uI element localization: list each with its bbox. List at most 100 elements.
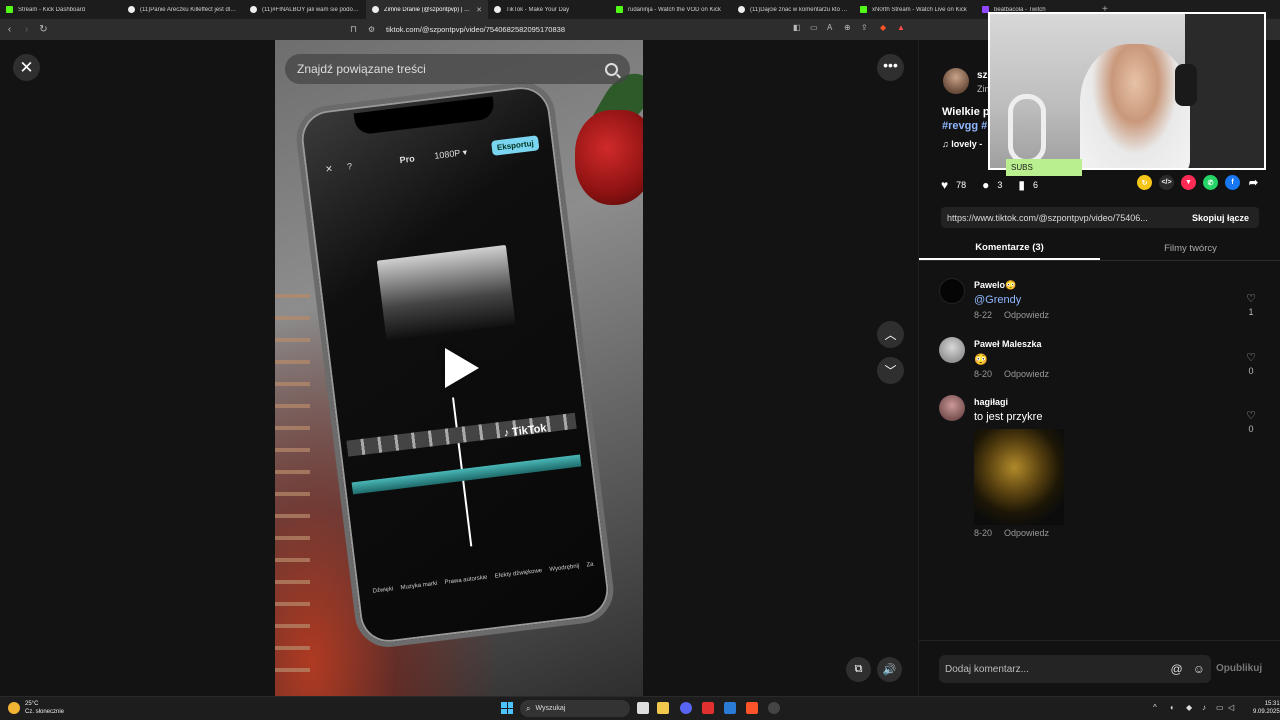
browser-tab[interactable]: rudaninja - Watch the VOD on Kick [610,0,732,19]
comment-composer: Dodaj komentarz... @ ☺ Opublikuj [919,640,1280,696]
chevron-up-icon[interactable]: ︿ [877,321,904,348]
bookmark-icon[interactable]: ⊓ [350,24,368,35]
avatar[interactable] [939,337,965,363]
share-page-icon[interactable]: ⇪ [861,23,868,32]
save-button[interactable]: ▮ 6 [1018,178,1038,192]
clock[interactable]: 15:31 9.09.2025 [1253,700,1280,716]
tab-creator-videos[interactable]: Filmy twórcy [1100,236,1280,260]
mention-icon[interactable]: @ [1171,662,1183,676]
rewards-icon[interactable]: ▲ [897,23,905,32]
comment-text: 😳 [974,354,988,366]
close-icon[interactable]: ✕ [13,54,40,81]
comment-button[interactable]: ● 3 [982,178,1002,192]
brave-icon[interactable] [746,702,758,714]
network-icon[interactable]: ▭ [1216,703,1224,712]
video-clip-preview [376,244,516,341]
floating-player-icon[interactable]: ⧉ [846,657,871,682]
comment-like[interactable]: ♡ 1 [1243,292,1259,317]
forward-icon[interactable]: › [19,24,34,35]
browser-tab[interactable]: TikTok - Make Your Day [488,0,610,19]
reload-icon[interactable]: ↻ [36,24,51,35]
extension-icon[interactable]: ◧ [793,23,801,32]
emoji-icon[interactable]: ☺ [1193,662,1205,676]
translate-icon[interactable]: A [827,23,832,32]
tab-title: (11)Dajcie znac w komentarzu kto d... [750,6,848,13]
browser-tab[interactable]: xN0rth Stream - Watch Live on Kick [854,0,976,19]
comment-author[interactable]: Pawelo😳 [974,280,1016,291]
back-icon[interactable]: ‹ [2,24,17,35]
music-info[interactable]: ♫ lovely - [942,139,982,149]
send-to-friends-icon[interactable]: ▼ [1181,175,1196,190]
app-icon[interactable] [702,702,714,714]
browser-tab-active[interactable]: Zimne Dranie (@szpontpvp) | Ti... ✕ [366,0,488,19]
task-view-icon[interactable] [637,702,649,714]
browser-tab[interactable]: Stream - Kick Dashboard [0,0,122,19]
mic-icon[interactable]: ♪ [1202,703,1206,712]
tray-icon[interactable]: ◐ [1170,703,1175,712]
tray-icon[interactable]: ◆ [1186,703,1192,712]
volume-icon[interactable]: 🔊 [877,657,902,682]
rose-decoration [575,110,643,205]
reply-button[interactable]: Odpowiedz [1004,528,1049,538]
volume-icon[interactable]: ◁ [1228,703,1234,712]
comment-text[interactable]: @Grendy [974,294,1021,306]
app-icon[interactable] [768,702,780,714]
browser-tab[interactable]: (11)Panie Areczku Killeffect jest dla c.… [122,0,244,19]
phone-editor-topbar: ✕ ? Pro 1080P ▾ Eksportuj [324,135,540,181]
more-options-icon[interactable]: ••• [877,54,904,81]
app-icon[interactable] [724,702,736,714]
comment-author-name[interactable]: hagiłagi [974,397,1008,407]
author-name[interactable]: sz [977,70,988,81]
search-icon[interactable] [605,62,618,76]
export-button: Eksportuj [491,135,540,156]
brave-shield-icon[interactable]: ◆ [880,23,886,32]
taskbar-search[interactable]: ⌕ Wyszukaj [520,700,630,717]
tab-title: Stream - Kick Dashboard [18,6,86,13]
avatar[interactable] [939,278,965,304]
file-explorer-icon[interactable] [657,702,669,714]
comment-image[interactable] [974,429,1064,525]
toolbar-item: Prawa autorskie [444,574,488,586]
discord-icon[interactable] [680,702,692,714]
address-bar[interactable]: ⊓ ⚙ tiktok.com/@szpontpvp/video/75406825… [350,22,910,37]
video-player[interactable]: ✕ ? Pro 1080P ▾ Eksportuj ♪ TikTok Dźwię… [275,40,643,696]
zoom-icon[interactable]: ⊕ [844,23,851,32]
comment-icon: ● [982,178,990,192]
video-hashtags[interactable]: #revgg # [942,120,987,132]
publish-button[interactable]: Opublikuj [1216,663,1262,674]
comment-meta: 8-20 Odpowiedz [974,528,1049,538]
phone-editor-toolbar: Dźwięki Muzyka marki Prawa autorskie Efe… [369,561,601,619]
chevron-up-icon[interactable]: ^ [1153,703,1157,712]
comment-like[interactable]: ♡ 0 [1243,409,1259,434]
repost-icon[interactable]: ↻ [1137,175,1152,190]
reply-button[interactable]: Odpowiedz [1004,369,1049,379]
toolbar-item: Za [586,561,594,569]
share-link-row: https://www.tiktok.com/@szpontpvp/video/… [941,207,1259,228]
chevron-down-icon[interactable]: ﹀ [877,357,904,384]
pro-label: Pro [399,153,416,166]
browser-tab[interactable]: (11)Dajcie znac w komentarzu kto d... [732,0,854,19]
copy-link-button[interactable]: Skopiuj łącze [1182,213,1259,223]
browser-tab[interactable]: (11)#FINALBOY jali wam sie podoba... [244,0,366,19]
comment-input[interactable]: Dodaj komentarz... @ ☺ [939,655,1211,683]
whatsapp-icon[interactable]: ✆ [1203,175,1218,190]
reply-button[interactable]: Odpowiedz [1004,310,1049,320]
avatar[interactable] [939,395,965,421]
site-info-icon[interactable]: ⚙ [368,25,386,34]
author-avatar[interactable] [943,68,969,94]
close-tab-icon[interactable]: ✕ [476,6,482,14]
facebook-icon[interactable]: f [1225,175,1240,190]
start-icon[interactable] [501,702,513,714]
tab-title: (11)#FINALBOY jali wam sie podoba... [262,6,360,13]
share-link[interactable]: https://www.tiktok.com/@szpontpvp/video/… [941,213,1182,223]
play-icon[interactable] [445,348,479,388]
tab-comments[interactable]: Komentarze (3) [919,236,1100,260]
like-button[interactable]: ♥ 78 [941,178,966,192]
embed-icon[interactable]: </> [1159,175,1174,190]
related-search-input[interactable]: Znajdź powiązane treści [285,54,630,84]
cast-icon[interactable]: ▭ [810,23,818,32]
comment-like[interactable]: ♡ 0 [1243,351,1259,376]
share-arrow-icon[interactable]: ➦ [1246,175,1261,190]
comment-author-name[interactable]: Paweł Maleszka [974,339,1042,349]
weather-widget[interactable]: 25°C Cz. słonecznie [8,700,64,716]
